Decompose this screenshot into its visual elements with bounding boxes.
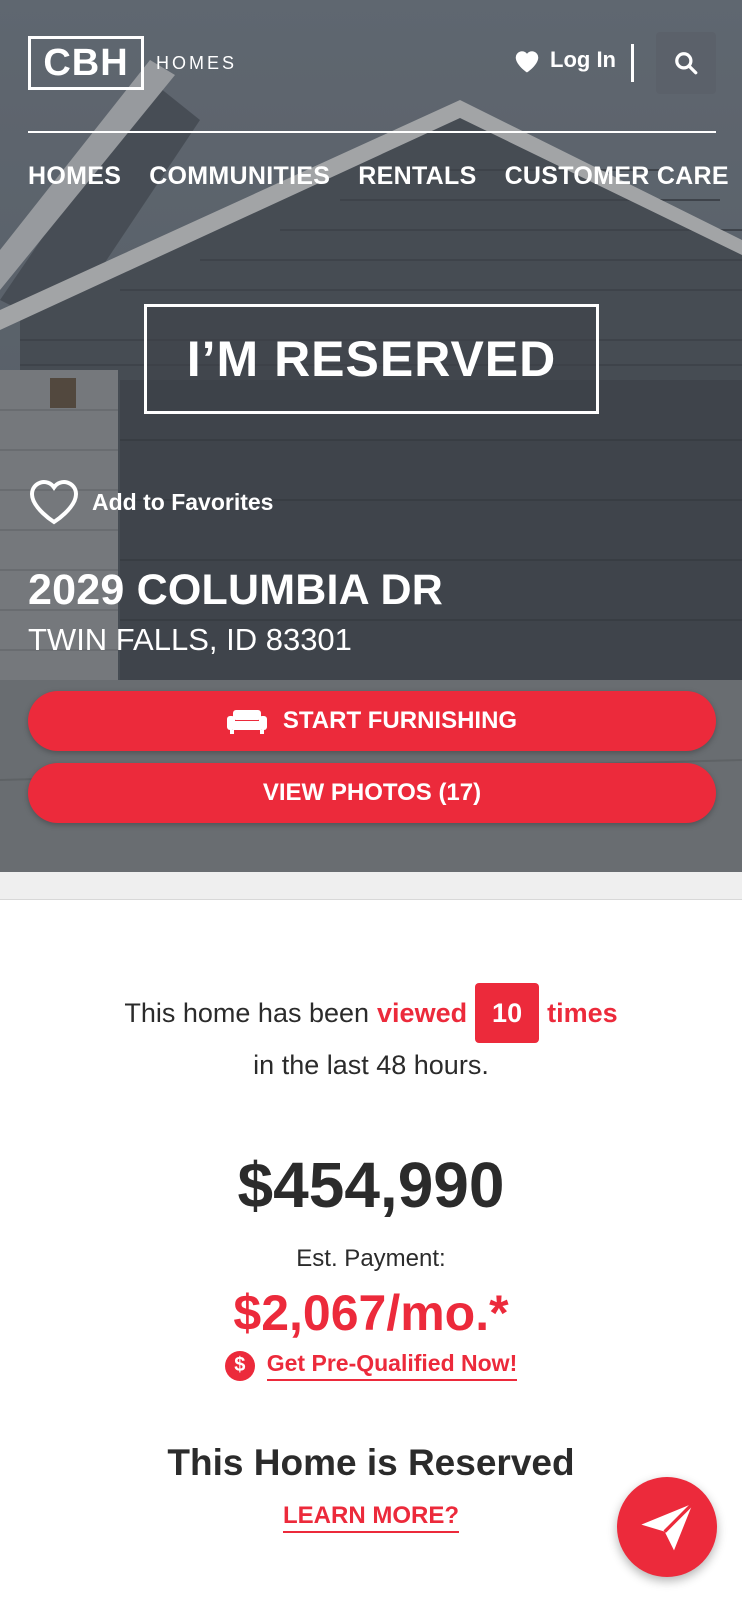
start-furnishing-button[interactable]: START FURNISHING [28, 691, 716, 751]
est-payment-label: Est. Payment: [296, 1245, 446, 1272]
learn-more-link[interactable]: LEARN MORE? [283, 1502, 459, 1533]
paper-plane-icon [641, 1502, 694, 1551]
login-label: Log In [550, 47, 616, 72]
property-address: 2029 COLUMBIA DR [28, 566, 443, 614]
dollar-icon: $ [224, 1350, 255, 1381]
est-payment-amount: $2,067/mo.* [233, 1285, 509, 1341]
reserved-badge: I’M RESERVED [144, 304, 599, 414]
main-nav: HOMES COMMUNITIES RENTALS CUSTOMER CARE [28, 162, 729, 191]
views-count-badge: 10 [475, 983, 540, 1043]
nav-item-communities[interactable]: COMMUNITIES [149, 162, 330, 191]
reserved-heading: This Home is Reserved [167, 1442, 575, 1483]
contact-fab-button[interactable] [617, 1477, 717, 1577]
nav-item-rentals[interactable]: RENTALS [358, 162, 476, 191]
view-photos-button[interactable]: VIEW PHOTOS (17) [28, 763, 716, 823]
login-link[interactable]: Log In [512, 46, 616, 74]
logo[interactable]: CBH HOMES [28, 36, 237, 90]
header-rule [28, 131, 716, 133]
add-to-favorites[interactable]: Add to Favorites [28, 478, 273, 526]
views-prefix: This home has been [124, 997, 370, 1028]
heart-outline-icon [29, 480, 79, 525]
start-furnishing-label: START FURNISHING [282, 707, 518, 734]
views-times-word: times [547, 997, 618, 1028]
pre-qualify-link[interactable]: $ Get Pre-Qualified Now! [0, 1350, 742, 1381]
nav-item-customer-care[interactable]: CUSTOMER CARE [505, 162, 729, 191]
site-header: CBH HOMES Log In [28, 32, 716, 94]
views-notice: This home has been viewed 10 times in th… [0, 982, 742, 1081]
property-city: TWIN FALLS, ID 83301 [28, 622, 352, 657]
views-viewed-word: viewed [377, 997, 468, 1028]
header-divider [631, 44, 634, 82]
home-price: $454,990 [237, 1149, 505, 1221]
favorites-label: Add to Favorites [92, 488, 274, 515]
logo-mark: CBH [28, 36, 144, 90]
pre-qualify-label: Get Pre-Qualified Now! [266, 1350, 518, 1381]
section-divider [0, 872, 742, 900]
logo-subtext: HOMES [156, 52, 238, 73]
search-icon [675, 52, 698, 75]
search-button[interactable] [656, 32, 716, 94]
nav-item-homes[interactable]: HOMES [28, 162, 121, 191]
heart-icon [515, 51, 539, 73]
sofa-icon [226, 710, 267, 734]
views-suffix: in the last 48 hours. [253, 1050, 489, 1080]
